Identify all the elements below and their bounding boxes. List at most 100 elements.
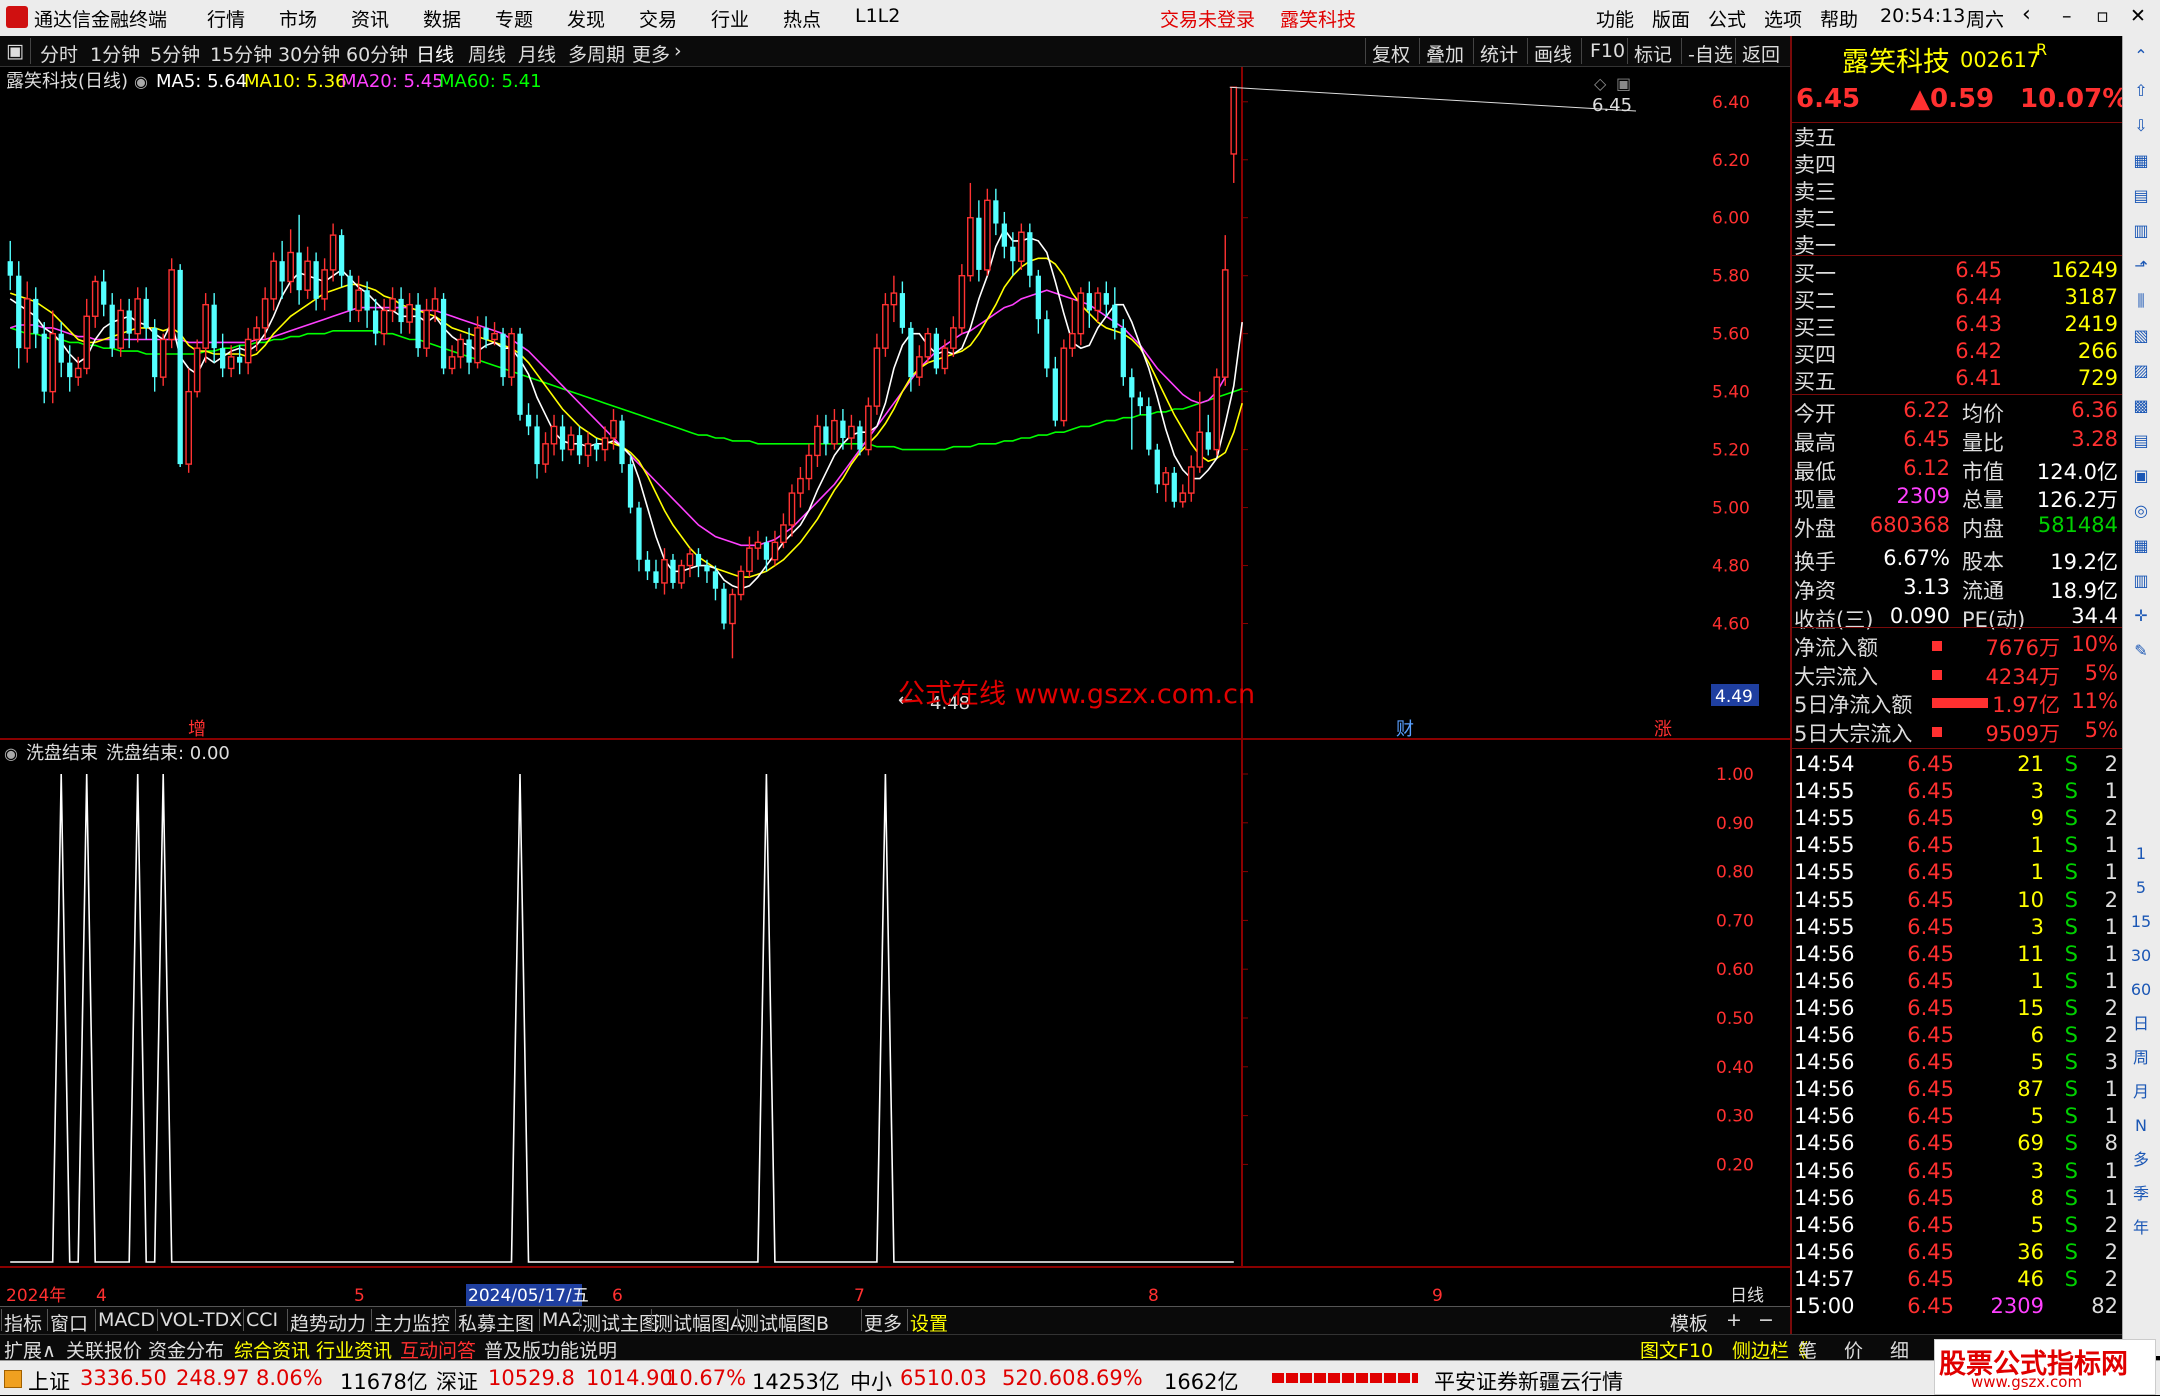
side-period-button[interactable]: 日 xyxy=(2127,1010,2155,1038)
tick-row[interactable]: 14:54 6.45 21 S 2 xyxy=(1792,752,2122,780)
menu-help[interactable]: 帮助 xyxy=(1820,5,1858,32)
menu-function[interactable]: 功能 xyxy=(1596,5,1634,32)
side-period-button[interactable]: N xyxy=(2127,1112,2155,1140)
panel-switch-button[interactable]: 细 xyxy=(1890,1336,1909,1363)
table-icon[interactable]: ▥ xyxy=(2127,217,2155,245)
extension-tab[interactable]: 扩展∧ xyxy=(4,1336,56,1363)
menu-discover[interactable]: 发现 xyxy=(567,5,605,32)
diamond-icon[interactable]: ◇ xyxy=(1594,74,1607,93)
tool-button[interactable]: 复权 xyxy=(1372,40,1410,67)
indicator-tab[interactable]: VOL-TDX xyxy=(160,1309,242,1331)
extension-right-button[interactable]: 图文F10 xyxy=(1640,1336,1713,1363)
chevron-right-icon[interactable]: › xyxy=(674,40,682,62)
menu-news[interactable]: 资讯 xyxy=(351,5,389,32)
tabbar-right-button[interactable]: − xyxy=(1758,1309,1774,1331)
side-period-button[interactable]: 5 xyxy=(2127,874,2155,902)
tick-row[interactable]: 14:55 6.45 10 S 2 xyxy=(1792,888,2122,916)
tick-row[interactable]: 14:56 6.45 8 S 1 xyxy=(1792,1186,2122,1214)
report-icon[interactable]: ▤ xyxy=(2127,427,2155,455)
stat-row[interactable]: 最高 6.45 量比 3.28 xyxy=(1792,427,2122,455)
sell-level-row[interactable]: 卖五 xyxy=(1792,122,2122,150)
side-period-button[interactable]: 60 xyxy=(2127,976,2155,1004)
event-marker[interactable]: 涨 xyxy=(1654,719,1672,740)
tool-button[interactable]: 统计 xyxy=(1480,40,1518,67)
period-tab[interactable]: 1分钟 xyxy=(90,40,140,67)
event-marker[interactable]: 财 xyxy=(1396,719,1414,740)
menu-market[interactable]: 行情 xyxy=(207,5,245,32)
side-period-button[interactable]: 年 xyxy=(2127,1214,2155,1242)
menu-layout[interactable]: 版面 xyxy=(1652,5,1690,32)
period-tab[interactable]: 15分钟 xyxy=(210,40,272,67)
arrow-up-icon[interactable]: ⇧ xyxy=(2127,77,2155,105)
tick-row[interactable]: 14:55 6.45 1 S 1 xyxy=(1792,860,2122,888)
side-period-button[interactable]: 月 xyxy=(2127,1078,2155,1106)
arrow-down-icon[interactable]: ⇩ xyxy=(2127,112,2155,140)
zoom-icon[interactable]: ◎ xyxy=(2127,497,2155,525)
panel-layout-icon[interactable]: ▣ xyxy=(1616,74,1631,93)
buy-level-row[interactable]: 买五 6.41 729 xyxy=(1792,366,2122,394)
menu-markets[interactable]: 市场 xyxy=(279,5,317,32)
tick-row[interactable]: 15:00 6.45 2309 82 xyxy=(1792,1294,2122,1322)
period-tab[interactable]: 30分钟 xyxy=(278,40,340,67)
event-marker[interactable]: 增 xyxy=(188,719,206,740)
flow-row[interactable]: 大宗流入 4234万 5% xyxy=(1792,661,2122,689)
panel-switch-button[interactable]: 价 xyxy=(1844,1336,1863,1363)
buy-level-row[interactable]: 买一 6.45 16249 xyxy=(1792,258,2122,286)
side-period-button[interactable]: 季 xyxy=(2127,1180,2155,1208)
tick-row[interactable]: 14:56 6.45 87 S 1 xyxy=(1792,1077,2122,1105)
buy-level-row[interactable]: 买四 6.42 266 xyxy=(1792,339,2122,367)
period-tab[interactable]: 分时 xyxy=(40,40,78,67)
toggle-panel-icon[interactable]: ▣ xyxy=(6,40,24,62)
tool-button[interactable]: 画线 xyxy=(1534,40,1572,67)
indicator-tab[interactable]: 测试幅图B xyxy=(740,1309,829,1336)
indicator-tab[interactable]: 指标 xyxy=(4,1309,42,1336)
index-name[interactable]: 中小 xyxy=(850,1366,892,1396)
period-tab[interactable]: 多周期 xyxy=(568,40,625,67)
indicator-tab[interactable]: MA2 xyxy=(542,1309,583,1331)
period-more[interactable]: 更多 xyxy=(632,40,670,67)
extension-tab[interactable]: 行业资讯 xyxy=(316,1336,392,1363)
menu-l1l2[interactable]: L1L2 xyxy=(855,5,900,27)
indicator-tab[interactable]: 趋势动力 xyxy=(290,1309,366,1336)
stat-row[interactable]: 换手 6.67% 股本 19.2亿 xyxy=(1792,546,2122,574)
menu-trade[interactable]: 交易 xyxy=(639,5,677,32)
flow-row[interactable]: 5日净流入额 1.97亿 11% xyxy=(1792,689,2122,717)
tabbar-right-button[interactable]: 模板 xyxy=(1670,1309,1708,1336)
buy-level-row[interactable]: 买三 6.43 2419 xyxy=(1792,312,2122,340)
stat-row[interactable]: 外盘 680368 内盘 581484 xyxy=(1792,513,2122,541)
period-tab[interactable]: 5分钟 xyxy=(150,40,200,67)
indicator-tab[interactable]: 设置 xyxy=(910,1309,948,1336)
tool-button[interactable]: F10 xyxy=(1590,40,1625,62)
menu-hot[interactable]: 热点 xyxy=(783,5,821,32)
stat-row[interactable]: 现量 2309 总量 126.2万 xyxy=(1792,484,2122,512)
tick-row[interactable]: 14:55 6.45 1 S 1 xyxy=(1792,833,2122,861)
minimize-icon[interactable]: – xyxy=(2062,5,2072,27)
tick-row[interactable]: 14:56 6.45 6 S 2 xyxy=(1792,1023,2122,1051)
indicator-tab[interactable]: 更多 xyxy=(864,1309,902,1336)
tool-button[interactable]: 返回 xyxy=(1742,40,1780,67)
stat-row[interactable]: 今开 6.22 均价 6.36 xyxy=(1792,398,2122,426)
login-status[interactable]: 交易未登录 xyxy=(1160,5,1255,32)
cross-icon[interactable]: ✛ xyxy=(2127,602,2155,630)
tick-row[interactable]: 14:56 6.45 36 S 2 xyxy=(1792,1240,2122,1268)
news-icon[interactable]: ▧ xyxy=(2127,322,2155,350)
tick-row[interactable]: 14:55 6.45 3 S 1 xyxy=(1792,779,2122,807)
grid-icon[interactable]: ▦ xyxy=(2127,147,2155,175)
side-period-button[interactable]: 30 xyxy=(2127,942,2155,970)
indicator-toggle-icon[interactable]: ◉ xyxy=(4,744,18,763)
side-period-button[interactable]: 多 xyxy=(2127,1146,2155,1174)
sell-level-row[interactable]: 卖三 xyxy=(1792,176,2122,204)
tick-row[interactable]: 14:55 6.45 3 S 1 xyxy=(1792,915,2122,943)
period-tab[interactable]: 60分钟 xyxy=(346,40,408,67)
period-tab[interactable]: 周线 xyxy=(468,40,506,67)
f10-icon[interactable]: ▨ xyxy=(2127,357,2155,385)
extension-tab[interactable]: 综合资讯 xyxy=(234,1336,310,1363)
stat-row[interactable]: 净资 3.13 流通 18.9亿 xyxy=(1792,575,2122,603)
tick-row[interactable]: 14:55 6.45 9 S 2 xyxy=(1792,806,2122,834)
arrow-up-icon[interactable]: ⌃ xyxy=(2127,42,2155,70)
indicator-tab[interactable]: CCI xyxy=(246,1309,278,1331)
index-name[interactable]: 深证 xyxy=(436,1366,478,1396)
side-period-button[interactable]: 15 xyxy=(2127,908,2155,936)
tick-row[interactable]: 14:56 6.45 69 S 8 xyxy=(1792,1131,2122,1159)
back-icon[interactable]: ‹ xyxy=(2022,2,2031,27)
